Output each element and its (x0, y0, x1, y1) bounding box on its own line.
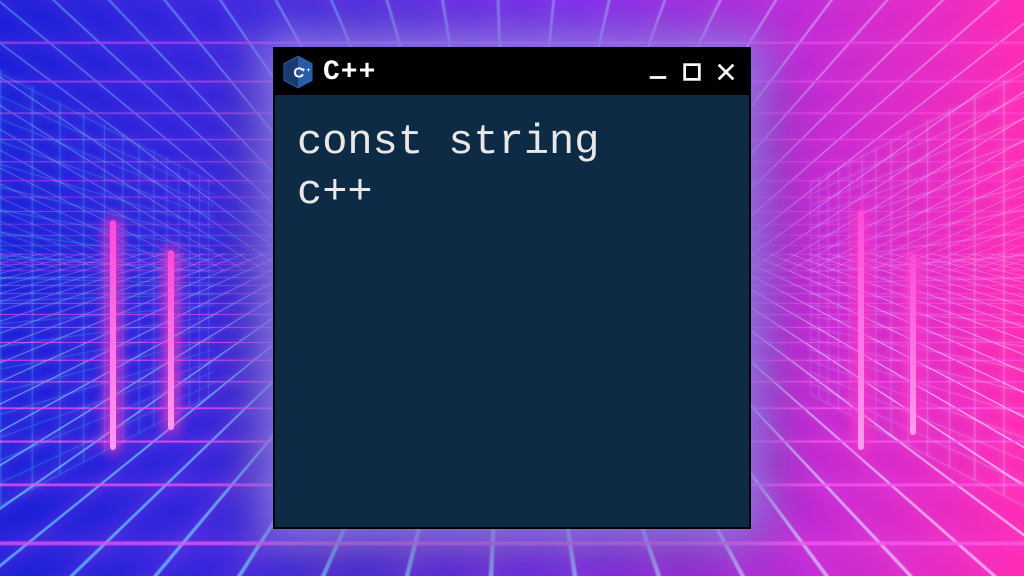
close-icon[interactable] (713, 59, 739, 85)
svg-text:+: + (306, 67, 311, 74)
cpp-logo-icon: C + + (283, 55, 313, 89)
neon-bar (110, 220, 116, 450)
maximize-icon[interactable] (679, 59, 705, 85)
code-line-2: c++ (297, 168, 373, 216)
editor-window: C + + C++ const string c++ (273, 47, 751, 529)
window-title-group: C + + C++ (283, 55, 645, 89)
window-title: C++ (323, 57, 376, 88)
code-line-1: const string (297, 118, 599, 166)
window-controls (645, 59, 739, 85)
minimize-icon[interactable] (645, 59, 671, 85)
editor-body[interactable]: const string c++ (275, 95, 749, 527)
neon-bar (910, 255, 916, 435)
titlebar[interactable]: C + + C++ (275, 49, 749, 95)
